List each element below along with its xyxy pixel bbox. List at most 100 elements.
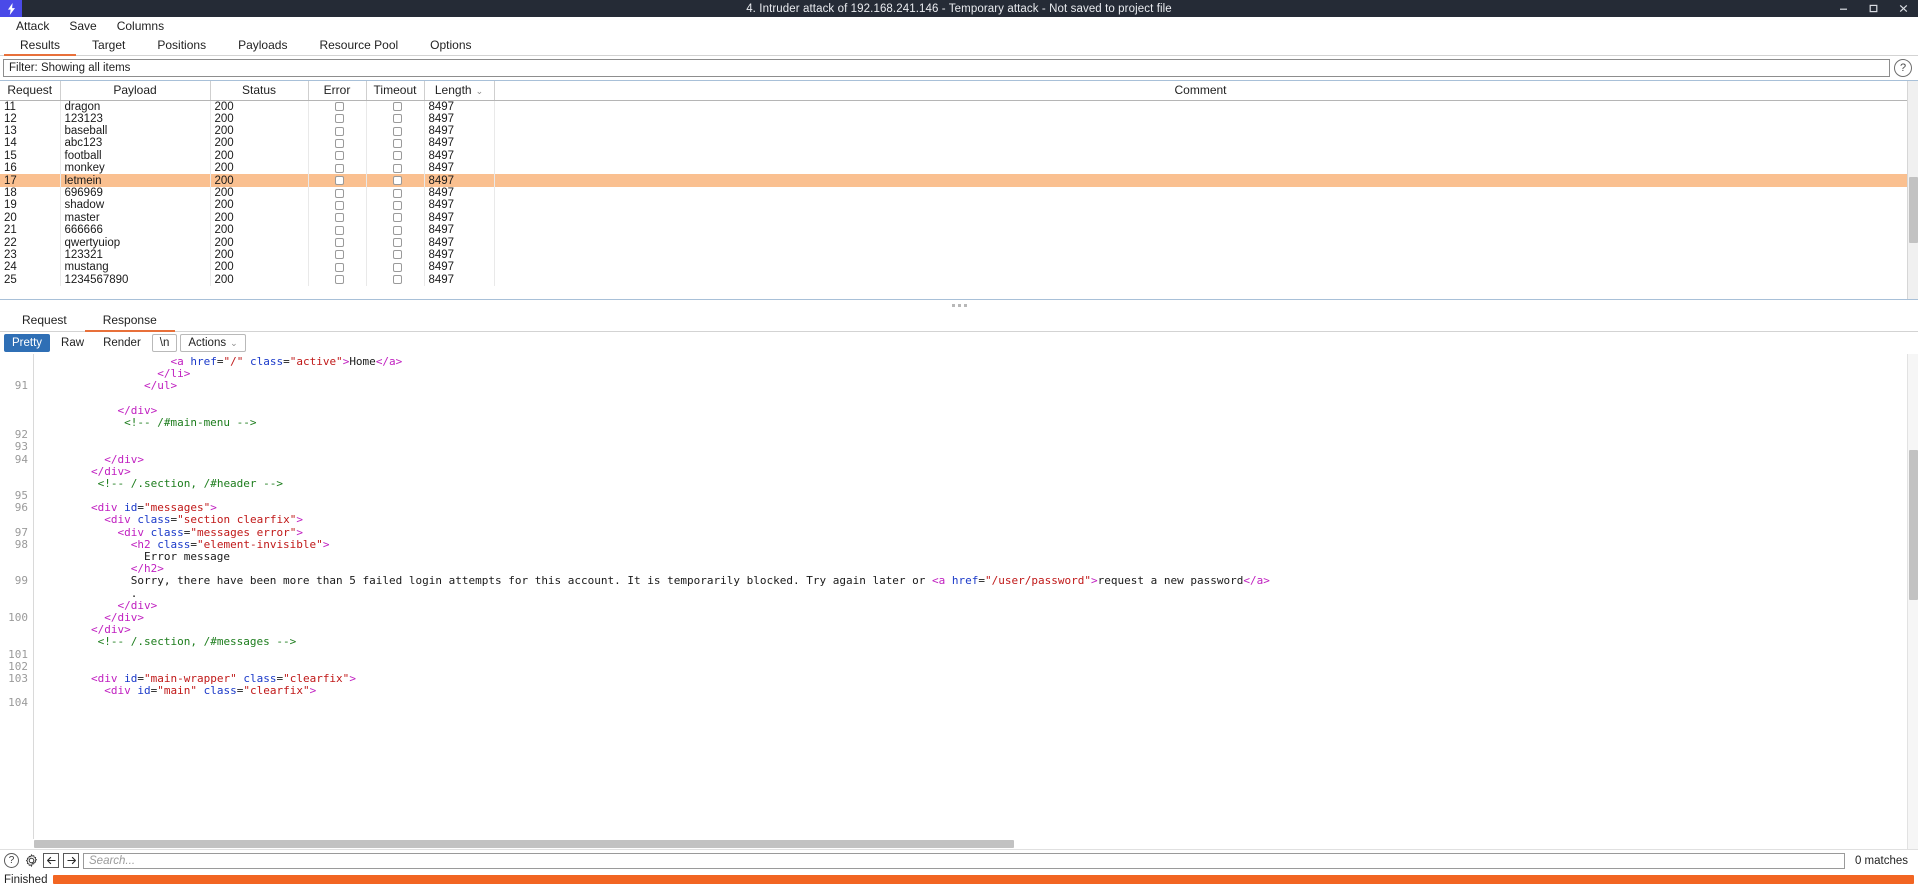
checkbox-icon[interactable] xyxy=(334,188,344,198)
checkbox-icon[interactable] xyxy=(392,213,402,223)
checkbox-icon[interactable] xyxy=(334,151,344,161)
results-scroll-thumb[interactable] xyxy=(1909,177,1918,243)
table-row[interactable]: 13 baseball 200 8497 xyxy=(0,124,1907,138)
cell-error-checkbox[interactable] xyxy=(308,248,367,262)
editor-vertical-scrollbar[interactable] xyxy=(1907,354,1918,849)
cell-timeout-checkbox[interactable] xyxy=(366,273,425,286)
raw-button[interactable]: Raw xyxy=(53,334,92,352)
cell-error-checkbox[interactable] xyxy=(308,273,367,286)
menu-item-attack[interactable]: Attack xyxy=(6,17,59,36)
checkbox-icon[interactable] xyxy=(334,163,344,173)
checkbox-icon[interactable] xyxy=(334,238,344,248)
cell-timeout-checkbox[interactable] xyxy=(366,199,425,212)
checkbox-icon[interactable] xyxy=(392,151,402,161)
table-row[interactable]: 11 dragon 200 8497 xyxy=(0,100,1907,113)
pretty-button[interactable]: Pretty xyxy=(4,334,51,352)
table-row[interactable]: 21 666666 200 8497 xyxy=(0,224,1907,237)
checkbox-icon[interactable] xyxy=(334,126,344,136)
checkbox-icon[interactable] xyxy=(392,238,402,248)
maximize-icon[interactable] xyxy=(1858,0,1888,17)
cell-timeout-checkbox[interactable] xyxy=(366,248,425,262)
checkbox-icon[interactable] xyxy=(334,225,344,235)
checkbox-icon[interactable] xyxy=(392,176,402,186)
checkbox-icon[interactable] xyxy=(392,138,402,148)
cell-error-checkbox[interactable] xyxy=(308,174,367,187)
column-header-timeout[interactable]: Timeout xyxy=(366,81,425,101)
tab-payloads[interactable]: Payloads xyxy=(222,36,303,56)
column-header-payload[interactable]: Payload xyxy=(60,81,211,101)
cell-timeout-checkbox[interactable] xyxy=(366,100,425,113)
cell-error-checkbox[interactable] xyxy=(308,261,367,274)
cell-timeout-checkbox[interactable] xyxy=(366,236,425,249)
checkbox-icon[interactable] xyxy=(334,138,344,148)
checkbox-icon[interactable] xyxy=(334,275,344,285)
minimize-icon[interactable] xyxy=(1828,0,1858,17)
help-circle-icon[interactable]: ? xyxy=(1894,59,1912,77)
checkbox-icon[interactable] xyxy=(392,101,402,111)
table-row[interactable]: 20 master 200 8497 xyxy=(0,211,1907,225)
tab-resource-pool[interactable]: Resource Pool xyxy=(303,36,414,56)
editor-hscroll-thumb[interactable] xyxy=(34,840,1014,848)
gear-icon[interactable] xyxy=(23,853,39,868)
editor-horizontal-scrollbar[interactable] xyxy=(0,839,1907,849)
cell-error-checkbox[interactable] xyxy=(308,199,367,212)
checkbox-icon[interactable] xyxy=(334,114,344,124)
cell-timeout-checkbox[interactable] xyxy=(366,174,425,187)
tab-results[interactable]: Results xyxy=(4,36,77,56)
results-vertical-scrollbar[interactable] xyxy=(1907,81,1918,299)
search-input[interactable]: Search... xyxy=(83,852,1845,869)
table-row[interactable]: 22 qwertyuiop 200 8497 xyxy=(0,236,1907,249)
table-row[interactable]: 15 football 200 8497 xyxy=(0,149,1907,163)
checkbox-icon[interactable] xyxy=(334,262,344,272)
cell-error-checkbox[interactable] xyxy=(308,149,367,163)
checkbox-icon[interactable] xyxy=(392,126,402,136)
checkbox-icon[interactable] xyxy=(392,200,402,210)
arrow-left-icon[interactable] xyxy=(43,853,59,868)
checkbox-icon[interactable] xyxy=(392,163,402,173)
cell-error-checkbox[interactable] xyxy=(308,224,367,237)
editor-scroll-thumb[interactable] xyxy=(1909,450,1918,600)
cell-timeout-checkbox[interactable] xyxy=(366,112,425,125)
tab-options[interactable]: Options xyxy=(414,36,487,56)
table-row[interactable]: 25 1234567890 200 8497 xyxy=(0,273,1907,286)
cell-timeout-checkbox[interactable] xyxy=(366,149,425,163)
newline-toggle-button[interactable]: \n xyxy=(151,334,178,352)
column-header-error[interactable]: Error xyxy=(308,81,367,101)
table-row[interactable]: 12 123123 200 8497 xyxy=(0,112,1907,125)
checkbox-icon[interactable] xyxy=(392,188,402,198)
tab-positions[interactable]: Positions xyxy=(141,36,222,56)
render-button[interactable]: Render xyxy=(95,334,149,352)
checkbox-icon[interactable] xyxy=(392,275,402,285)
checkbox-icon[interactable] xyxy=(334,200,344,210)
cell-timeout-checkbox[interactable] xyxy=(366,137,425,150)
cell-error-checkbox[interactable] xyxy=(308,236,367,249)
cell-error-checkbox[interactable] xyxy=(308,100,367,113)
checkbox-icon[interactable] xyxy=(334,213,344,223)
response-code-content[interactable]: <a href="/" class="active">Home</a> </li… xyxy=(34,354,1907,849)
checkbox-icon[interactable] xyxy=(392,250,402,260)
tab-request[interactable]: Request xyxy=(4,311,85,332)
menu-item-columns[interactable]: Columns xyxy=(107,17,174,36)
checkbox-icon[interactable] xyxy=(392,114,402,124)
cell-timeout-checkbox[interactable] xyxy=(366,124,425,138)
filter-bar[interactable]: Filter: Showing all items xyxy=(3,59,1890,77)
pane-splitter-handle[interactable] xyxy=(0,299,1918,310)
column-header-comment[interactable]: Comment xyxy=(494,81,1907,101)
table-row[interactable]: 16 monkey 200 8497 xyxy=(0,162,1907,175)
cell-error-checkbox[interactable] xyxy=(308,137,367,150)
cell-timeout-checkbox[interactable] xyxy=(366,211,425,225)
checkbox-icon[interactable] xyxy=(334,250,344,260)
table-row[interactable]: 24 mustang 200 8497 xyxy=(0,261,1907,274)
checkbox-icon[interactable] xyxy=(334,176,344,186)
menu-item-save[interactable]: Save xyxy=(59,17,106,36)
cell-timeout-checkbox[interactable] xyxy=(366,186,425,200)
close-icon[interactable] xyxy=(1888,0,1918,17)
checkbox-icon[interactable] xyxy=(392,262,402,272)
table-row[interactable]: 19 shadow 200 8497 xyxy=(0,199,1907,212)
table-row[interactable]: 14 abc123 200 8497 xyxy=(0,137,1907,150)
table-row[interactable]: 23 123321 200 8497 xyxy=(0,248,1907,262)
cell-timeout-checkbox[interactable] xyxy=(366,224,425,237)
cell-error-checkbox[interactable] xyxy=(308,162,367,175)
response-editor[interactable]: 91 92 93 94 95 96 97 98 99 100 101 102 103 104 <a hre… xyxy=(0,354,1907,849)
actions-button[interactable]: Actions ⌄ xyxy=(180,334,246,352)
